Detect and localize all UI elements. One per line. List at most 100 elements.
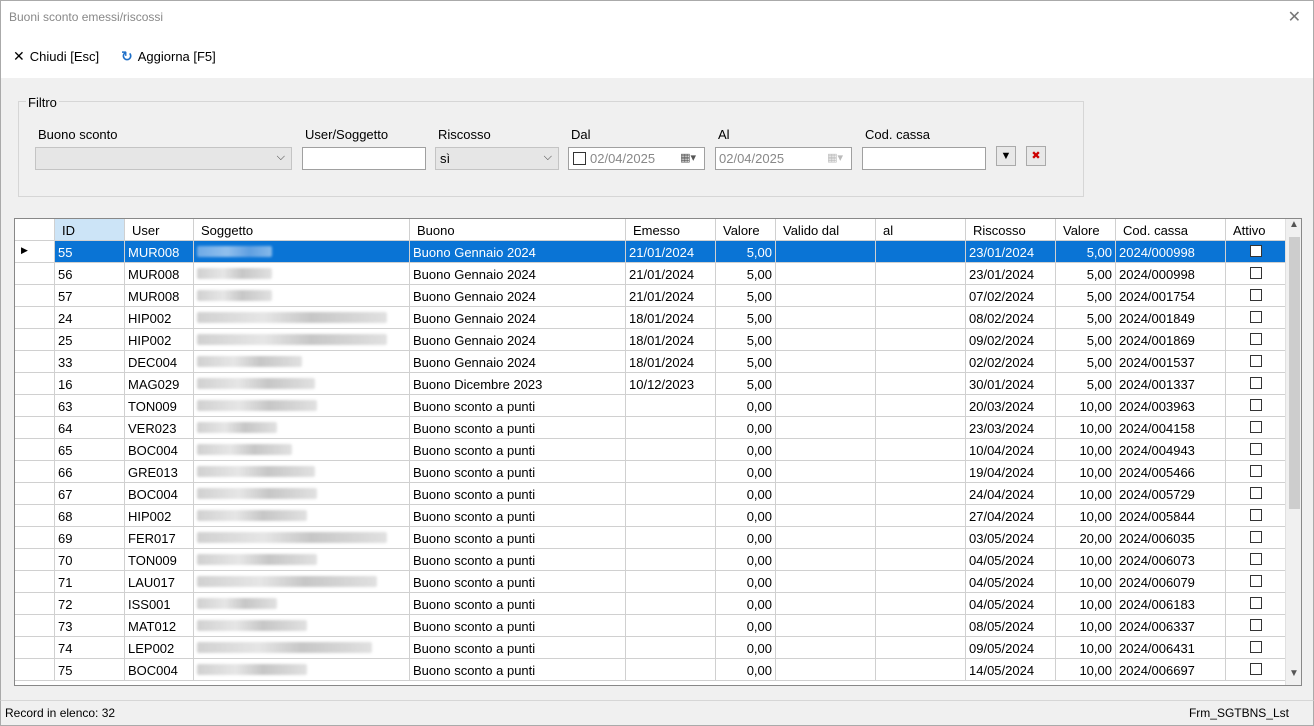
grid-header: ID User Soggetto Buono Emesso Valore Valido da… (15, 219, 1286, 241)
row-indicator (15, 373, 55, 395)
attivo-checkbox[interactable] (1249, 289, 1262, 301)
column-header-valore2[interactable]: Valore (1056, 219, 1116, 241)
attivo-checkbox[interactable] (1249, 377, 1262, 389)
table-row[interactable]: 70 TON009 Buono sconto a punti 0,00 04/05/20… (15, 549, 1286, 571)
attivo-checkbox[interactable] (1249, 553, 1262, 565)
cell-valore: 5,00 (716, 241, 776, 263)
column-header-al[interactable]: al (876, 219, 966, 241)
redacted-name (197, 378, 315, 389)
cell-riscosso: 08/05/2024 (966, 615, 1056, 637)
cell-attivo (1226, 417, 1286, 439)
column-header-valore[interactable]: Valore (716, 219, 776, 241)
buono-select[interactable]: ⌵ (35, 147, 292, 170)
cell-cassa: 2024/001754 (1116, 285, 1226, 307)
cell-al (876, 439, 966, 461)
cell-buono: Buono sconto a punti (410, 593, 626, 615)
clear-filter-button[interactable]: ✖ (1026, 146, 1046, 166)
cell-emesso (626, 549, 716, 571)
table-row[interactable]: 63 TON009 Buono sconto a punti 0,00 20/03/20… (15, 395, 1286, 417)
table-row[interactable]: 66 GRE013 Buono sconto a punti 0,00 19/04/20… (15, 461, 1286, 483)
attivo-checkbox[interactable] (1249, 575, 1262, 587)
cell-riscosso: 23/01/2024 (966, 241, 1056, 263)
table-row[interactable]: 16 MAG029 Buono Dicembre 2023 10/12/2023 5,0… (15, 373, 1286, 395)
table-row[interactable]: 65 BOC004 Buono sconto a punti 0,00 10/04/20… (15, 439, 1286, 461)
table-row[interactable]: 56 MUR008 Buono Gennaio 2024 21/01/2024 5,00… (15, 263, 1286, 285)
cell-cassa: 2024/006431 (1116, 637, 1226, 659)
attivo-checkbox[interactable] (1249, 355, 1262, 367)
calendar-icon[interactable]: ▦▾ (680, 151, 696, 164)
vouchers-grid[interactable]: ID User Soggetto Buono Emesso Valore Valido da… (14, 218, 1302, 686)
scrollbar-thumb[interactable] (1289, 237, 1300, 509)
window-close-icon[interactable]: ✕ (1288, 7, 1301, 27)
table-row[interactable]: 74 LEP002 Buono sconto a punti 0,00 09/05/20… (15, 637, 1286, 659)
column-header-riscosso[interactable]: Riscosso (966, 219, 1056, 241)
dal-enable-checkbox[interactable] (573, 152, 586, 165)
calendar-icon[interactable]: ▦▾ (827, 151, 843, 164)
refresh-button[interactable]: ↻ Aggiorna [F5] (121, 48, 216, 65)
user-input[interactable] (302, 147, 426, 170)
cell-valido_dal (776, 615, 876, 637)
table-row[interactable]: 67 BOC004 Buono sconto a punti 0,00 24/04/20… (15, 483, 1286, 505)
cassa-input[interactable] (862, 147, 986, 170)
redacted-name (197, 334, 387, 345)
scroll-down-icon[interactable]: ▼ (1286, 668, 1301, 685)
cell-emesso: 18/01/2024 (626, 329, 716, 351)
table-row[interactable]: 24 HIP002 Buono Gennaio 2024 18/01/2024 5,00… (15, 307, 1286, 329)
column-header-buono[interactable]: Buono (410, 219, 626, 241)
attivo-checkbox[interactable] (1249, 311, 1262, 323)
table-row[interactable]: 73 MAT012 Buono sconto a punti 0,00 08/05/20… (15, 615, 1286, 637)
table-row[interactable]: 69 FER017 Buono sconto a punti 0,00 03/05/20… (15, 527, 1286, 549)
attivo-checkbox[interactable] (1249, 663, 1262, 675)
scroll-up-icon[interactable]: ▲ (1286, 219, 1301, 236)
attivo-checkbox[interactable] (1249, 333, 1262, 345)
table-row[interactable]: 75 BOC004 Buono sconto a punti 0,00 14/05/20… (15, 659, 1286, 681)
column-header-emesso[interactable]: Emesso (626, 219, 716, 241)
cell-valore2: 10,00 (1056, 439, 1116, 461)
cell-id: 64 (55, 417, 125, 439)
attivo-checkbox[interactable] (1249, 487, 1262, 499)
cell-attivo (1226, 505, 1286, 527)
dal-date-picker[interactable]: 02/04/2025 ▦▾ (568, 147, 705, 170)
attivo-checkbox[interactable] (1249, 641, 1262, 653)
cell-user: VER023 (125, 417, 194, 439)
cell-valore: 5,00 (716, 307, 776, 329)
table-row[interactable]: ▶ 55 MUR008 Buono Gennaio 2024 21/01/2024 5,0… (15, 241, 1286, 263)
cell-attivo (1226, 395, 1286, 417)
attivo-checkbox[interactable] (1249, 597, 1262, 609)
cell-valore: 5,00 (716, 285, 776, 307)
attivo-checkbox[interactable] (1249, 443, 1262, 455)
attivo-checkbox[interactable] (1249, 465, 1262, 477)
column-header-soggetto[interactable]: Soggetto (194, 219, 410, 241)
cell-buono: Buono sconto a punti (410, 483, 626, 505)
attivo-checkbox[interactable] (1249, 619, 1262, 631)
cell-riscosso: 23/03/2024 (966, 417, 1056, 439)
attivo-checkbox[interactable] (1249, 421, 1262, 433)
cell-emesso (626, 461, 716, 483)
redacted-name (197, 466, 315, 477)
column-header-user[interactable]: User (125, 219, 194, 241)
redacted-name (197, 268, 272, 279)
table-row[interactable]: 57 MUR008 Buono Gennaio 2024 21/01/2024 5,00… (15, 285, 1286, 307)
column-header-valido_dal[interactable]: Valido dal (776, 219, 876, 241)
window-title: Buoni sconto emessi/riscossi (9, 10, 164, 24)
attivo-checkbox[interactable] (1249, 267, 1262, 279)
close-button[interactable]: ✕ Chiudi [Esc] (13, 48, 99, 65)
table-row[interactable]: 64 VER023 Buono sconto a punti 0,00 23/03/20… (15, 417, 1286, 439)
apply-filter-button[interactable]: ▼ (996, 146, 1016, 166)
riscosso-select[interactable]: sì ⌵ (435, 147, 559, 170)
column-header-attivo[interactable]: Attivo (1226, 219, 1286, 241)
attivo-checkbox[interactable] (1249, 399, 1262, 411)
table-row[interactable]: 71 LAU017 Buono sconto a punti 0,00 04/05/20… (15, 571, 1286, 593)
table-row[interactable]: 68 HIP002 Buono sconto a punti 0,00 27/04/20… (15, 505, 1286, 527)
al-date-picker[interactable]: 02/04/2025 ▦▾ (715, 147, 852, 170)
column-header-cassa[interactable]: Cod. cassa (1116, 219, 1226, 241)
vertical-scrollbar[interactable]: ▲ ▼ (1285, 219, 1301, 685)
attivo-checkbox[interactable] (1249, 245, 1262, 257)
table-row[interactable]: 72 ISS001 Buono sconto a punti 0,00 04/05/20… (15, 593, 1286, 615)
table-row[interactable]: 25 HIP002 Buono Gennaio 2024 18/01/2024 5,00… (15, 329, 1286, 351)
cell-attivo (1226, 659, 1286, 681)
attivo-checkbox[interactable] (1249, 531, 1262, 543)
attivo-checkbox[interactable] (1249, 509, 1262, 521)
column-header-id[interactable]: ID (55, 219, 125, 241)
table-row[interactable]: 33 DEC004 Buono Gennaio 2024 18/01/2024 5,00… (15, 351, 1286, 373)
